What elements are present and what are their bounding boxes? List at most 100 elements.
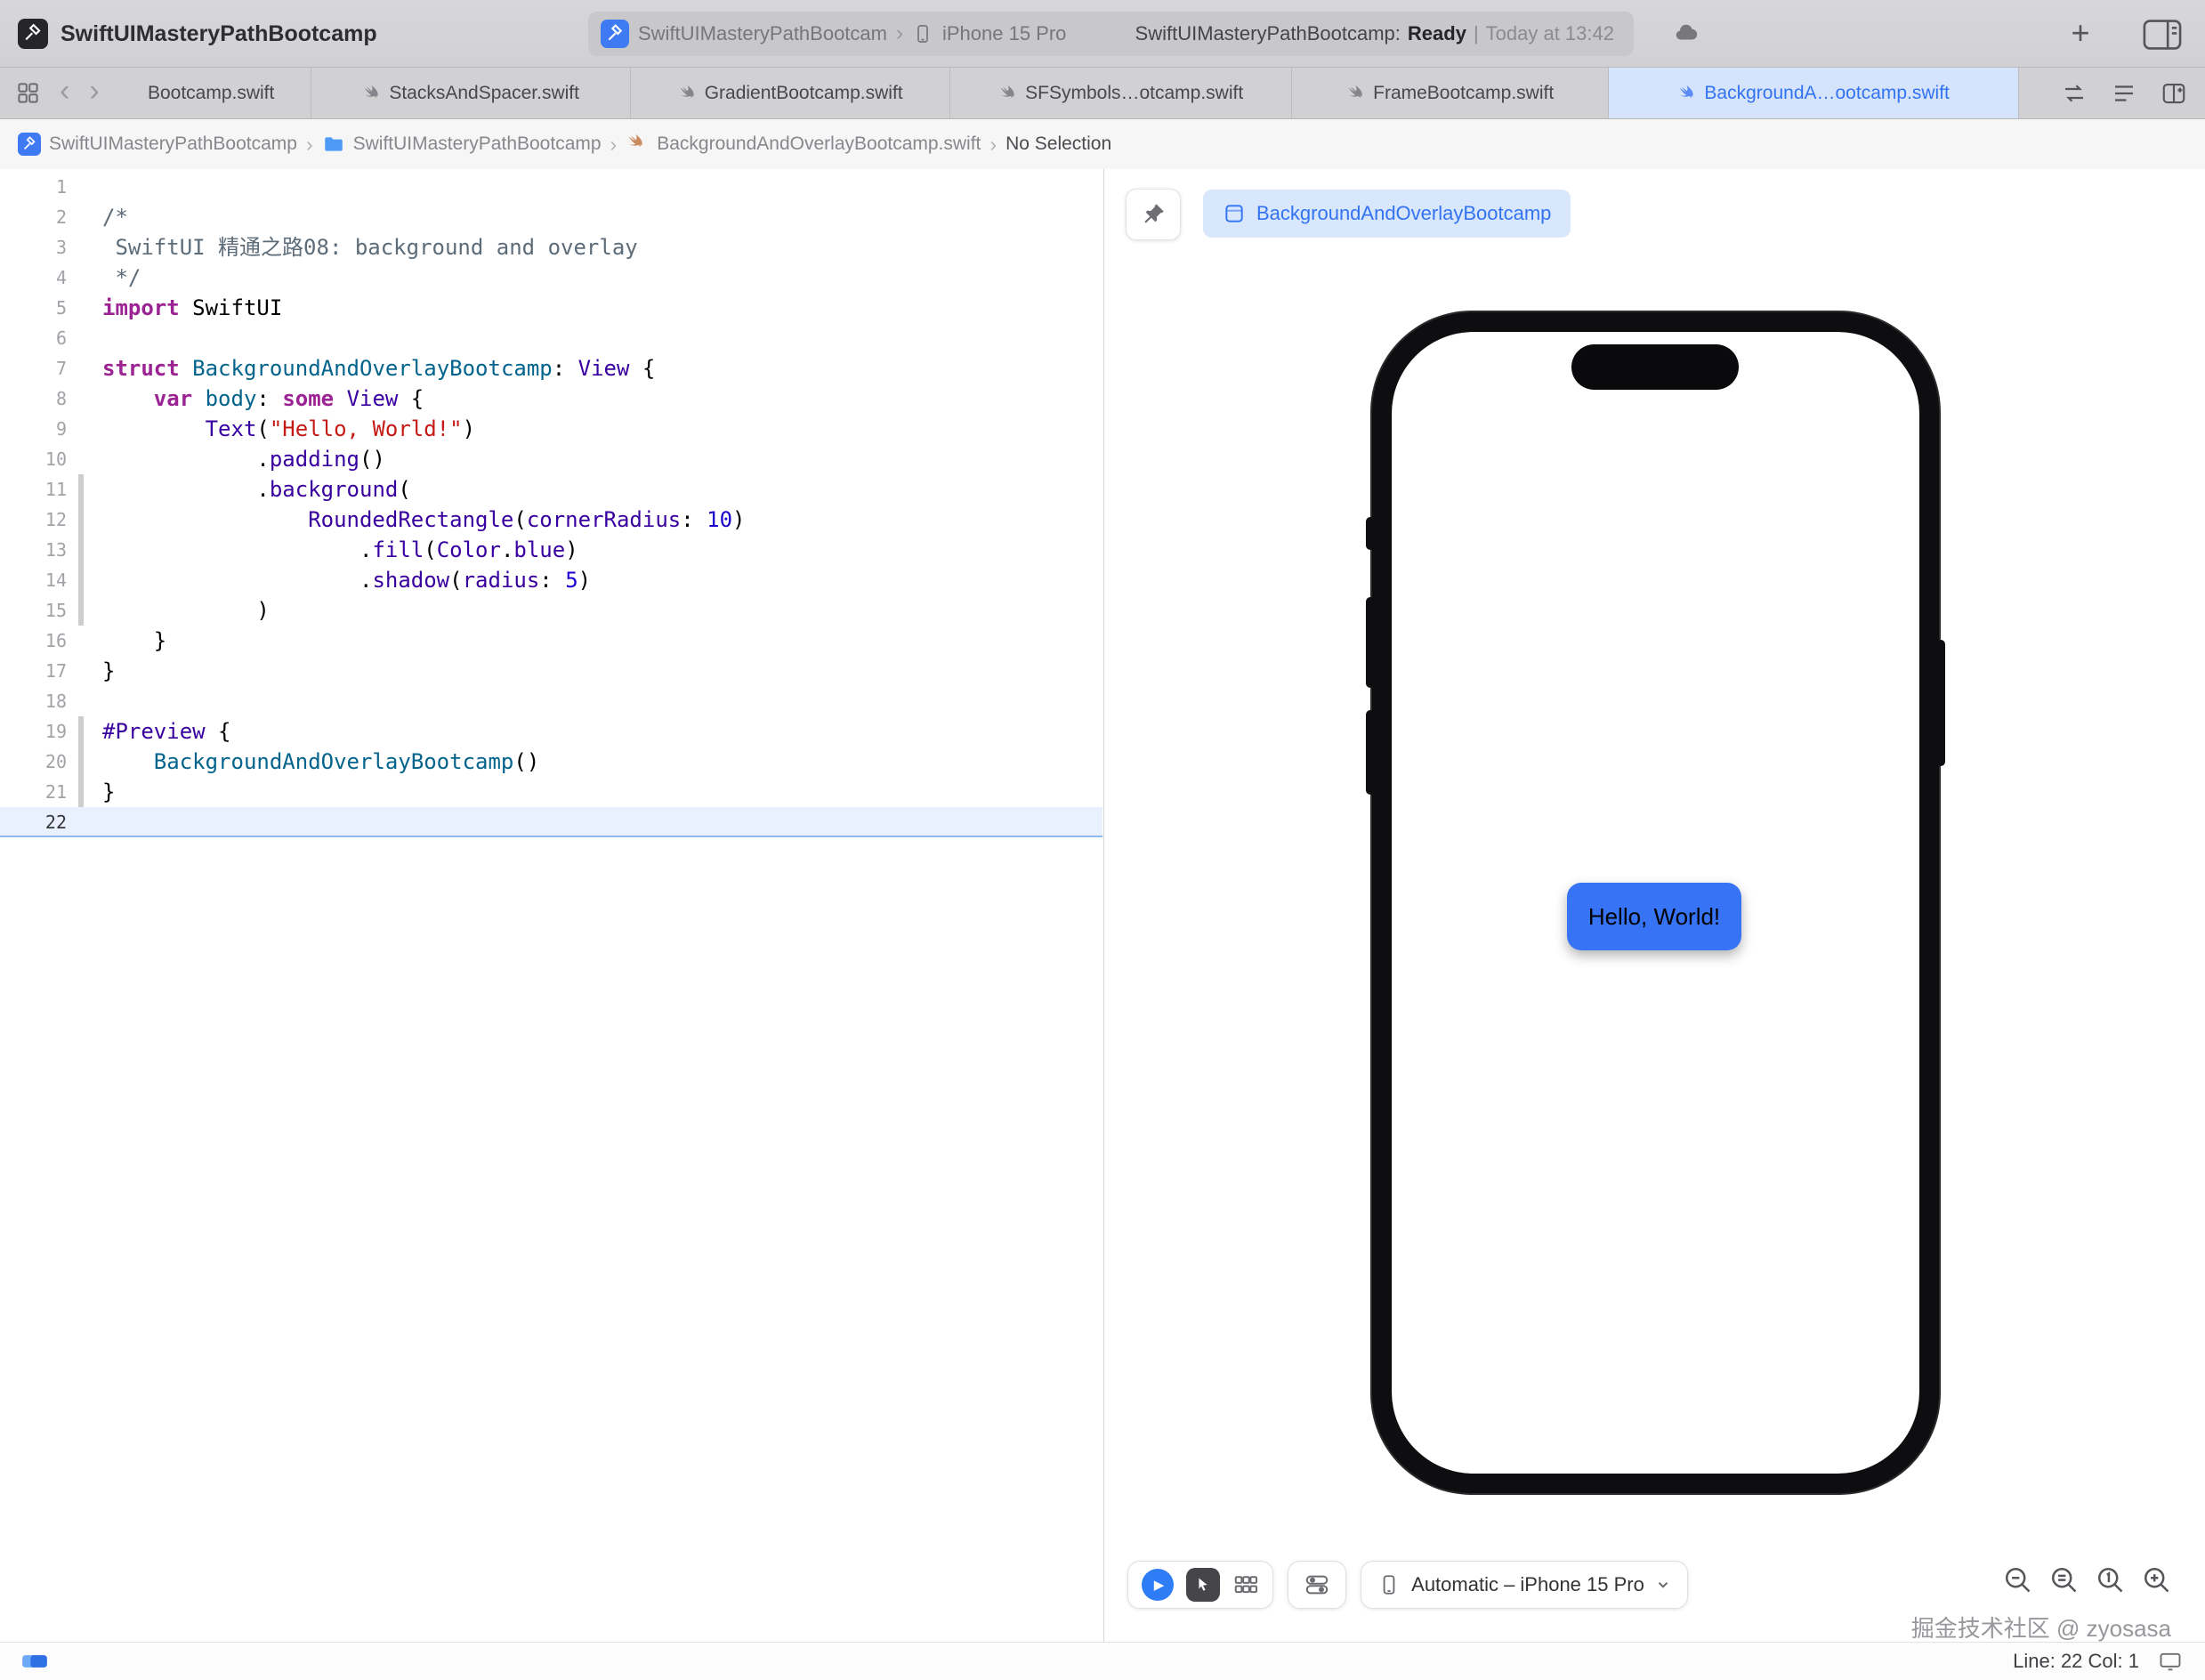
scheme-name: SwiftUIMasteryPathBootcam [638, 22, 887, 45]
code-line-14[interactable]: 14 .shadow(radius: 5) [0, 565, 1102, 595]
source-control-change-bar [78, 747, 84, 777]
tab-label: SFSymbols…otcamp.swift [1025, 83, 1243, 104]
code-line-8[interactable]: 8 var body: some View { [0, 384, 1102, 414]
breadcrumb-separator: › [610, 133, 618, 157]
code-line-6[interactable]: 6 [0, 323, 1102, 353]
source-control-change-bar [78, 474, 84, 505]
swap-editor-icon[interactable] [2061, 80, 2088, 107]
cursor-icon [1193, 1575, 1213, 1595]
hello-world-view[interactable]: Hello, World! [1567, 883, 1741, 950]
preview-mode-group: ▶ [1127, 1561, 1273, 1609]
editor-pages-icon[interactable] [21, 1651, 48, 1672]
dynamic-island [1571, 344, 1739, 390]
cloud-icon[interactable] [1670, 20, 1702, 48]
zoom-100-icon[interactable] [2095, 1564, 2127, 1596]
zoom-in-icon[interactable] [2141, 1564, 2173, 1596]
tab-bootcamp-swift[interactable]: Bootcamp.swift [112, 68, 311, 118]
line-number: 22 [0, 807, 67, 837]
phone-icon [912, 23, 933, 44]
code-line-10[interactable]: 10 .padding() [0, 444, 1102, 474]
preview-tab[interactable]: BackgroundAndOverlayBootcamp [1203, 190, 1571, 238]
breadcrumb-label: SwiftUIMasteryPathBootcamp [49, 133, 297, 155]
device-settings-button[interactable] [1288, 1561, 1346, 1609]
tab-label: Bootcamp.swift [148, 83, 274, 104]
selectable-mode-button[interactable] [1186, 1568, 1220, 1602]
code-line-3[interactable]: 3 SwiftUI 精通之路08: background and overlay [0, 232, 1102, 262]
code-line-11[interactable]: 11 .background( [0, 474, 1102, 505]
zoom-out-icon[interactable] [2002, 1564, 2034, 1596]
code-text: import SwiftUI [102, 293, 282, 323]
swift-file-icon [361, 84, 381, 103]
file-tabs: Bootcamp.swift StacksAndSpacer.swift Gradi… [112, 68, 2019, 118]
chevron-down-icon [1655, 1577, 1671, 1593]
line-number: 12 [0, 505, 67, 535]
code-line-20[interactable]: 20 BackgroundAndOverlayBootcamp() [0, 747, 1102, 777]
activity-project: SwiftUIMasteryPathBootcamp: [1135, 22, 1401, 45]
display-icon[interactable] [2157, 1649, 2185, 1674]
code-editor[interactable]: 12/*3 SwiftUI 精通之路08: background and ove… [0, 169, 1102, 1642]
tab-sfsymbols-otcamp-swift[interactable]: SFSymbols…otcamp.swift [950, 68, 1292, 118]
breadcrumb-item-0[interactable]: SwiftUIMasteryPathBootcamp [18, 133, 297, 156]
code-line-17[interactable]: 17} [0, 656, 1102, 686]
tab-label: GradientBootcamp.swift [705, 83, 903, 104]
tab-gradientbootcamp-swift[interactable]: GradientBootcamp.swift [631, 68, 950, 118]
code-line-18[interactable]: 18 [0, 686, 1102, 716]
iphone-power-button [1936, 640, 1945, 766]
breadcrumb-item-3[interactable]: No Selection [1006, 133, 1111, 155]
related-items-icon[interactable] [16, 81, 40, 105]
code-text: struct BackgroundAndOverlayBootcamp: Vie… [102, 353, 655, 384]
code-line-19[interactable]: 19#Preview { [0, 716, 1102, 747]
zoom-controls [2002, 1564, 2173, 1596]
live-preview-button[interactable]: ▶ [1142, 1569, 1174, 1601]
code-line-16[interactable]: 16 } [0, 626, 1102, 656]
app-proxy-icon[interactable] [18, 19, 48, 49]
line-number: 7 [0, 353, 67, 384]
code-line-1[interactable]: 1 [0, 172, 1102, 202]
code-text: Text("Hello, World!") [102, 414, 475, 444]
code-text: .shadow(radius: 5) [102, 565, 591, 595]
code-rows: 12/*3 SwiftUI 精通之路08: background and ove… [0, 172, 1102, 837]
forward-button[interactable]: › [89, 76, 99, 111]
file-tabbar: ‹ › Bootcamp.swift StacksAndSpacer.swift G… [0, 68, 2205, 119]
add-tab-button[interactable]: + [2063, 12, 2098, 53]
line-number: 3 [0, 232, 67, 262]
code-line-13[interactable]: 13 .fill(Color.blue) [0, 535, 1102, 565]
line-number: 16 [0, 626, 67, 656]
tab-backgrounda-ootcamp-swift[interactable]: BackgroundA…ootcamp.swift [1609, 68, 2019, 118]
split-editor-icon[interactable] [2161, 80, 2187, 107]
activity-viewer[interactable]: SwiftUIMasteryPathBootcamp: Ready | Toda… [1135, 22, 1614, 45]
pin-preview-button[interactable] [1126, 189, 1181, 240]
device-picker[interactable]: Automatic – iPhone 15 Pro [1361, 1561, 1688, 1609]
code-line-4[interactable]: 4 */ [0, 262, 1102, 293]
pin-icon [1141, 202, 1166, 227]
zoom-fit-icon[interactable] [2048, 1564, 2080, 1596]
folder-icon [322, 133, 345, 156]
breadcrumb-separator: › [989, 133, 997, 157]
breadcrumb-label: SwiftUIMasteryPathBootcamp [353, 133, 602, 155]
adjust-editor-icon[interactable] [2111, 80, 2137, 107]
tab-label: FrameBootcamp.swift [1373, 83, 1554, 104]
code-line-2[interactable]: 2/* [0, 202, 1102, 232]
toggle-inspector-icon[interactable] [2143, 20, 2184, 50]
xcode-project-icon [601, 20, 629, 48]
code-line-21[interactable]: 21} [0, 777, 1102, 807]
breadcrumb-item-2[interactable]: BackgroundAndOverlayBootcamp.swift [626, 133, 981, 156]
code-line-9[interactable]: 9 Text("Hello, World!") [0, 414, 1102, 444]
scheme-selector[interactable]: SwiftUIMasteryPathBootcam › iPhone 15 Pr… [601, 20, 1066, 48]
code-line-12[interactable]: 12 RoundedRectangle(cornerRadius: 10) [0, 505, 1102, 535]
code-line-7[interactable]: 7 struct BackgroundAndOverlayBootcamp: Vi… [0, 353, 1102, 384]
code-line-5[interactable]: 5import SwiftUI [0, 293, 1102, 323]
variants-grid-icon[interactable] [1232, 1571, 1259, 1598]
line-number: 11 [0, 474, 67, 505]
source-control-change-bar [78, 535, 84, 565]
line-number: 19 [0, 716, 67, 747]
device-picker-label: Automatic – iPhone 15 Pro [1411, 1573, 1644, 1596]
code-line-15[interactable]: 15 ) [0, 595, 1102, 626]
line-number: 21 [0, 777, 67, 807]
tab-framebootcamp-swift[interactable]: FrameBootcamp.swift [1292, 68, 1609, 118]
run-destination: iPhone 15 Pro [942, 22, 1066, 45]
back-button[interactable]: ‹ [60, 76, 69, 111]
tab-stacksandspacer-swift[interactable]: StacksAndSpacer.swift [311, 68, 631, 118]
breadcrumb-item-1[interactable]: SwiftUIMasteryPathBootcamp [322, 133, 602, 156]
code-line-22[interactable]: 22 [0, 807, 1102, 837]
